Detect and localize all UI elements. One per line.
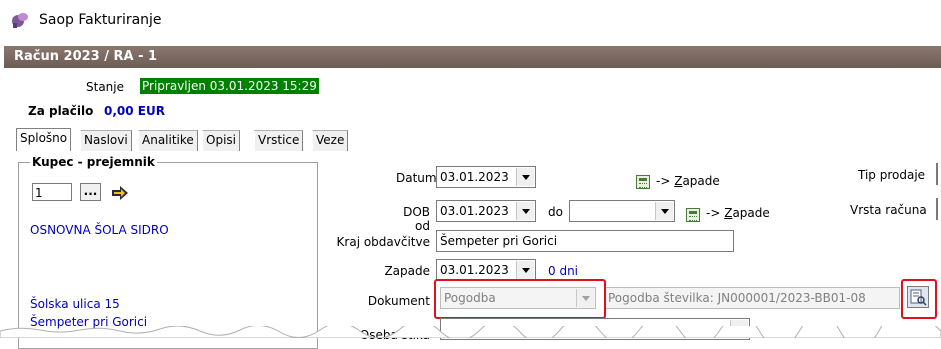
window-title: Saop Fakturiranje [39, 12, 162, 28]
tab-vrstice[interactable]: Vrstice [254, 130, 304, 151]
title-bar: Saop Fakturiranje [0, 0, 941, 40]
tab-naslovi[interactable]: Naslovi [80, 130, 132, 151]
tab-opisi[interactable]: Opisi [202, 130, 240, 151]
tab-veze[interactable]: Veze [312, 130, 349, 151]
calculator-icon[interactable] [686, 208, 700, 222]
zapade-label: Zapade [384, 264, 430, 278]
kraj-input[interactable]: Šempeter pri Gorici [436, 230, 734, 252]
pogodba-field[interactable]: Pogodba številka: JN000001/2023-BB01-08 [604, 287, 900, 309]
chevron-down-icon[interactable] [516, 202, 534, 220]
tip-prodaje-label: Tip prodaje [858, 168, 926, 182]
dokument-highlight-box [434, 279, 606, 319]
datum-zapade-link[interactable]: -> Zapade [656, 174, 720, 188]
customer-street: Šolska ulica 15 [30, 297, 120, 311]
dob-label: DOB od [403, 205, 430, 233]
dob-zapade-link[interactable]: -> Zapade [706, 206, 770, 220]
kraj-label: Kraj obdavčitve [336, 235, 430, 249]
do-label: do [548, 205, 563, 219]
dob-od-combo[interactable]: 03.01.2023 [436, 200, 536, 222]
calculator-icon[interactable] [636, 175, 650, 189]
navigate-arrow-icon[interactable] [110, 182, 130, 202]
chevron-down-icon[interactable] [655, 202, 673, 220]
dokument-label: Dokument [367, 294, 430, 308]
customer-number-input[interactable]: 1 [32, 183, 72, 201]
customer-name: OSNOVNA ŠOLA SIDRO [30, 223, 169, 237]
torn-edge [0, 326, 941, 338]
zapade-days: 0 dni [548, 264, 579, 278]
chevron-down-icon[interactable] [516, 168, 534, 186]
zapade-combo[interactable]: 03.01.2023 [436, 259, 536, 281]
vrsta-racuna-field[interactable] [936, 198, 938, 220]
za-placilo-label: Za plačilo [28, 104, 94, 118]
pogodba-button-highlight-box [901, 279, 937, 319]
vrsta-racuna-label: Vrsta računa [850, 203, 927, 217]
tab-analitike[interactable]: Analitike [138, 130, 198, 151]
datum-label: Datum [396, 171, 437, 185]
app-logo-icon [12, 13, 28, 28]
stanje-label: Stanje [86, 80, 124, 94]
status-badge: Pripravljen 03.01.2023 15:29 [140, 78, 319, 94]
document-title: Račun 2023 / RA - 1 [14, 49, 158, 64]
customer-group-label: Kupec - prejemnik [30, 155, 157, 169]
za-placilo-amount: 0,00 EUR [104, 104, 165, 118]
tip-prodaje-field[interactable] [936, 163, 938, 185]
datum-combo[interactable]: 03.01.2023 [436, 166, 536, 188]
document-header: Račun 2023 / RA - 1 [4, 46, 941, 68]
tab-splosno[interactable]: Splošno [16, 128, 72, 151]
dob-do-combo[interactable] [569, 200, 675, 222]
customer-lookup-button[interactable]: ... [80, 183, 101, 201]
chevron-down-icon[interactable] [516, 261, 534, 279]
